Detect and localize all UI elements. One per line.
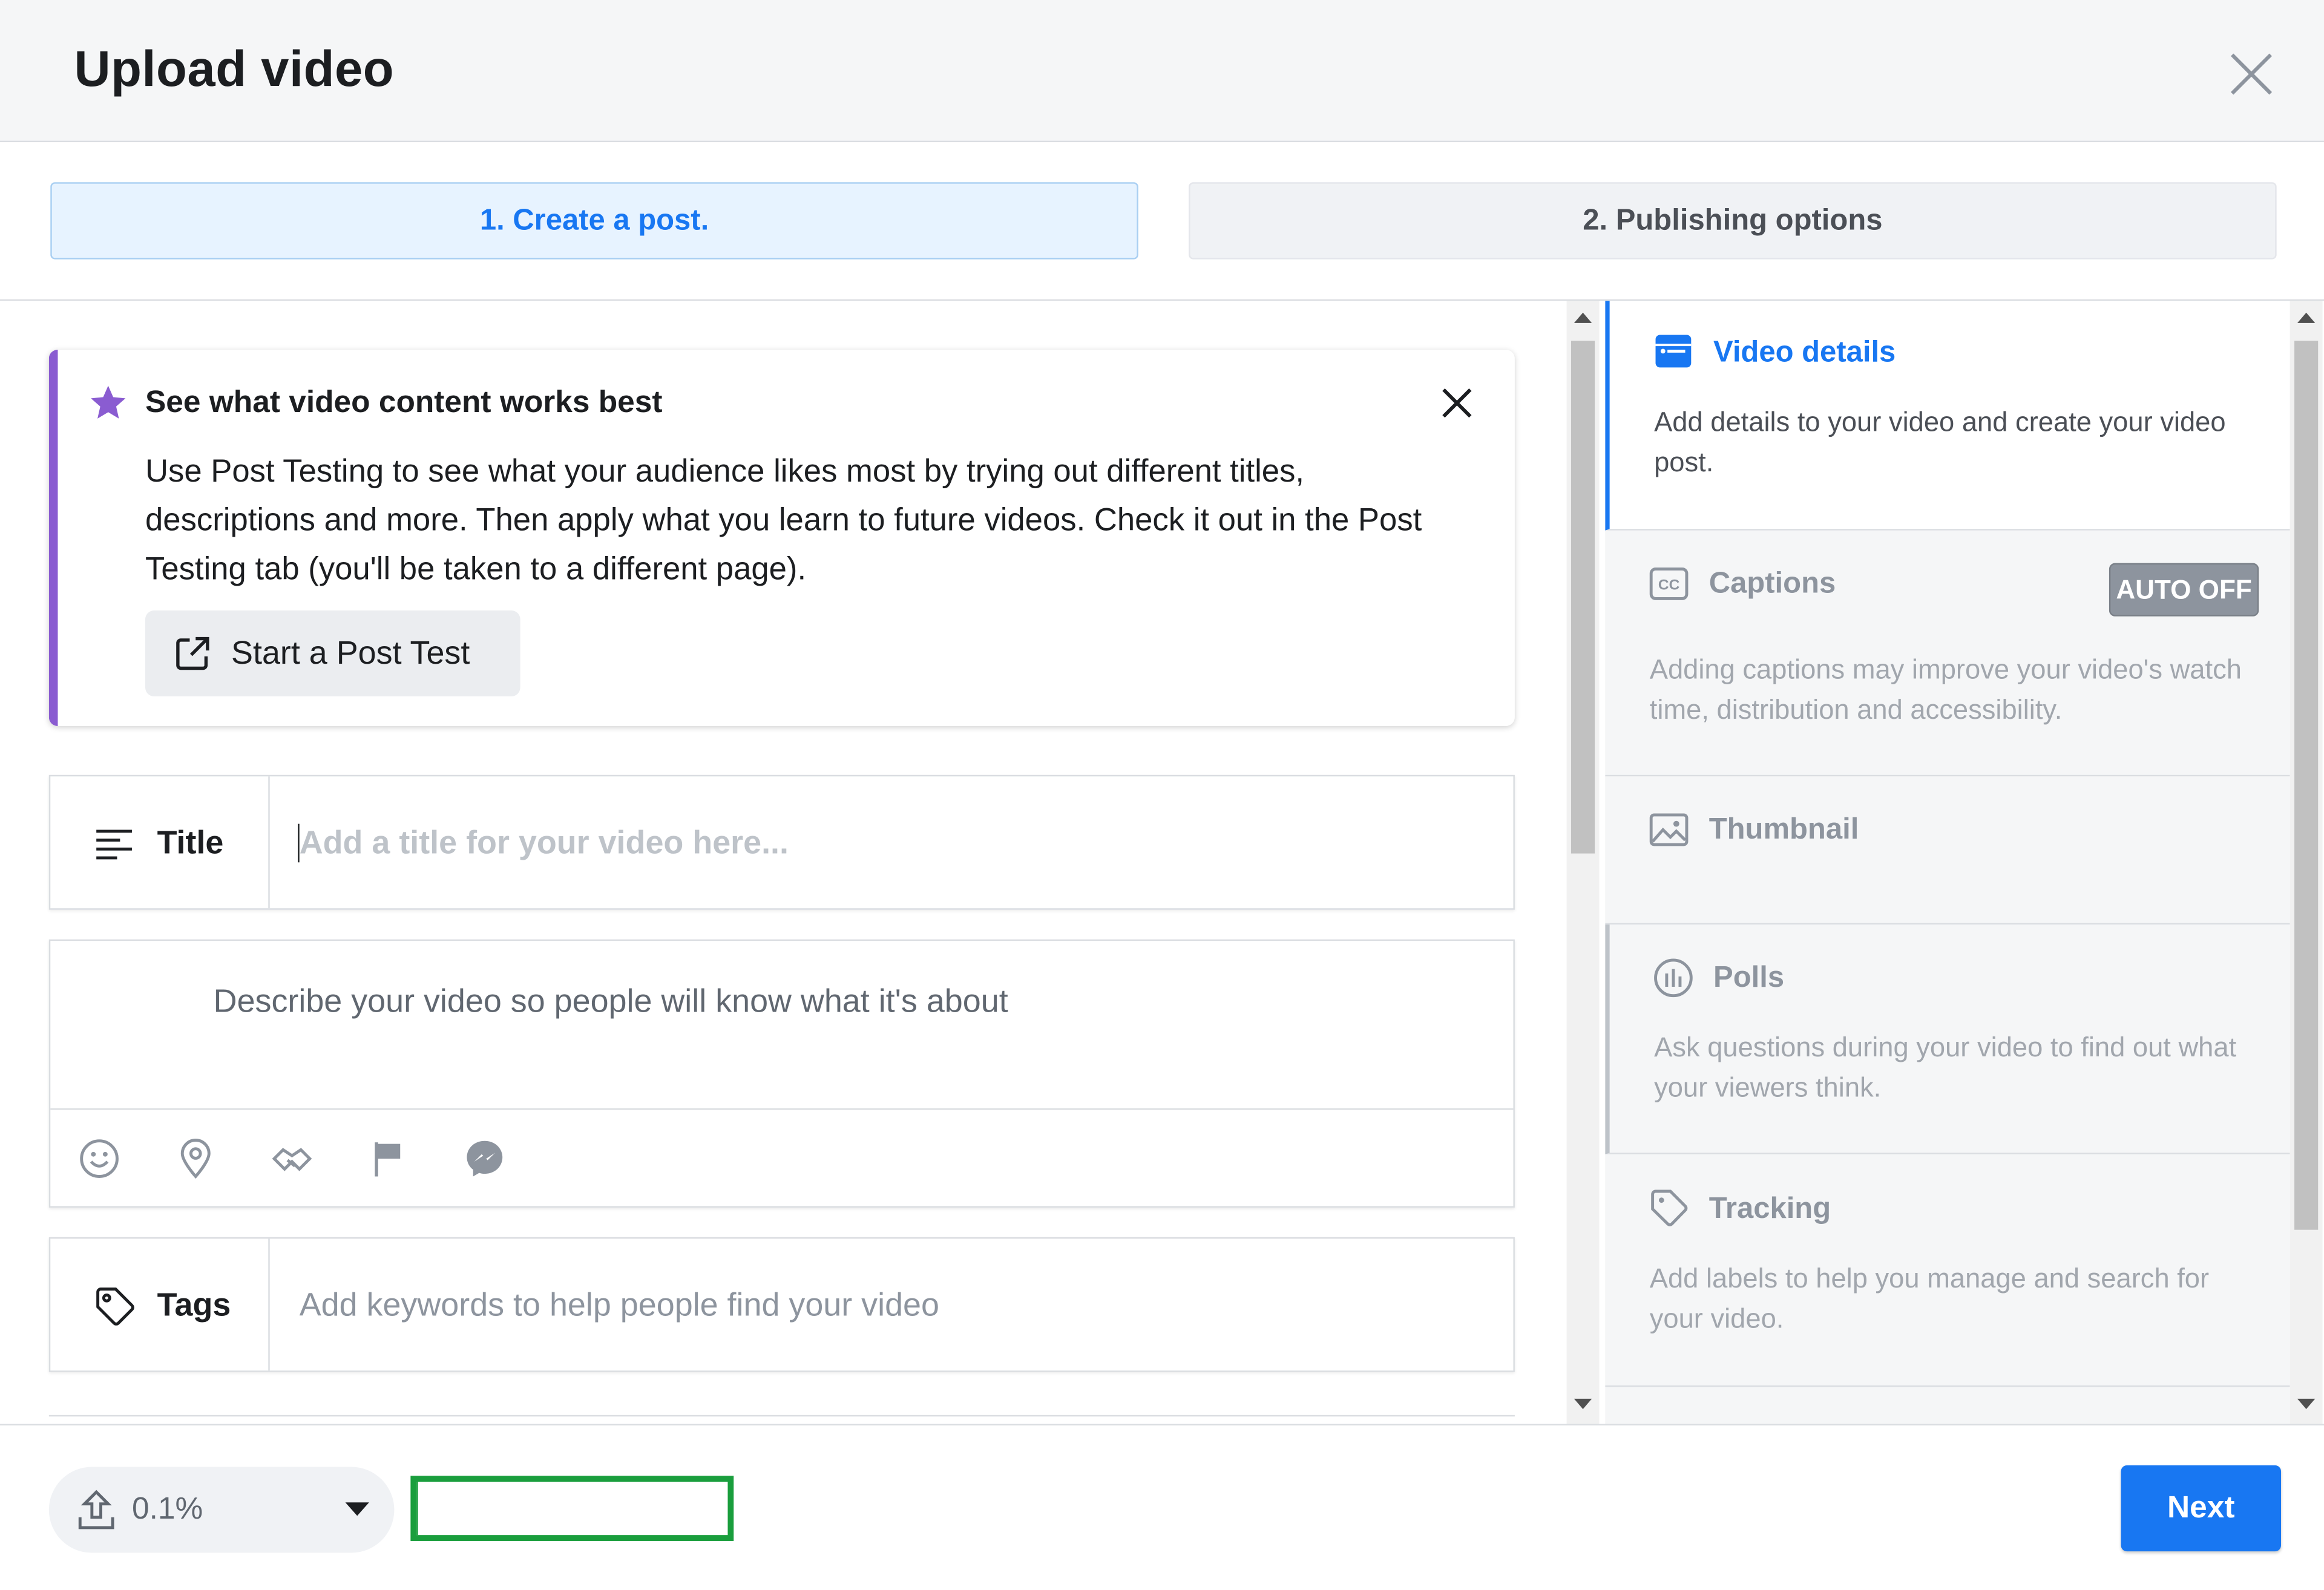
flag-icon[interactable] bbox=[366, 1136, 410, 1180]
description-toolbar bbox=[50, 1108, 1513, 1208]
emoji-icon[interactable] bbox=[77, 1136, 121, 1180]
chevron-down-icon bbox=[346, 1502, 369, 1516]
tip-body: Use Post Testing to see what your audien… bbox=[145, 448, 1449, 594]
sidebar-item-thumbnail[interactable]: Thumbnail bbox=[1605, 776, 2290, 924]
scroll-down-arrow[interactable] bbox=[2297, 1399, 2315, 1409]
polls-icon bbox=[1653, 957, 1695, 999]
upload-status-dropdown[interactable]: 0.1% bbox=[49, 1467, 395, 1553]
sidebar-item-description: Adding captions may improve your video's… bbox=[1650, 649, 2257, 729]
captions-cc-icon: CC bbox=[1648, 563, 1690, 605]
scroll-down-arrow[interactable] bbox=[1574, 1399, 1592, 1409]
dialog-header: Upload video bbox=[0, 0, 2324, 142]
image-icon bbox=[1648, 809, 1690, 851]
title-label: Title bbox=[157, 823, 224, 862]
description-input[interactable] bbox=[214, 977, 1488, 1027]
tags-label-cell: Tags bbox=[50, 1238, 269, 1370]
post-editor-panel: See what video content works best Use Po… bbox=[0, 301, 1564, 1424]
sidebar-item-title: Video details bbox=[1713, 336, 1896, 370]
sidebar-scrollbar[interactable] bbox=[2290, 301, 2323, 1424]
sidebar-item-title: Thumbnail bbox=[1709, 814, 1859, 848]
sidebar-item-captions[interactable]: CC Captions AUTO OFF Adding captions may… bbox=[1605, 531, 2290, 777]
start-post-test-button[interactable]: Start a Post Test bbox=[145, 610, 520, 696]
sidebar-item-description: Add labels to help you manage and search… bbox=[1650, 1258, 2257, 1338]
step-tabs: 1. Create a post. 2. Publishing options bbox=[0, 142, 2324, 301]
upload-video-dialog: Upload video 1. Create a post. 2. Publis… bbox=[0, 0, 2324, 1588]
svg-text:CC: CC bbox=[1658, 577, 1679, 594]
scrollbar-thumb[interactable] bbox=[2294, 341, 2318, 1229]
close-icon[interactable] bbox=[1436, 382, 1478, 424]
external-link-icon bbox=[172, 633, 214, 675]
sidebar-item-description: Ask questions during your video to find … bbox=[1654, 1027, 2262, 1107]
close-icon[interactable] bbox=[2223, 46, 2279, 102]
tip-title: See what video content works best bbox=[145, 385, 663, 421]
scrollbar-thumb[interactable] bbox=[1571, 341, 1595, 853]
sidebar-item-title: Tracking bbox=[1709, 1192, 1831, 1226]
tags-field: Tags bbox=[49, 1237, 1515, 1372]
title-field: Title bbox=[49, 775, 1515, 910]
tab-publishing-options[interactable]: 2. Publishing options bbox=[1189, 182, 2277, 259]
sidebar-item-tracking[interactable]: Tracking Add labels to help you manage a… bbox=[1605, 1154, 2290, 1387]
auto-captions-badge[interactable]: AUTO OFF bbox=[2109, 563, 2259, 617]
post-testing-tip-card: See what video content works best Use Po… bbox=[49, 350, 1515, 726]
tag-icon bbox=[1648, 1187, 1690, 1229]
sidebar-item-description: Add details to your video and create you… bbox=[1654, 402, 2262, 482]
video-details-icon bbox=[1653, 330, 1695, 372]
sidebar-item-title: Polls bbox=[1713, 961, 1784, 995]
handshake-icon[interactable] bbox=[270, 1136, 314, 1180]
tag-icon bbox=[92, 1283, 136, 1327]
dialog-title: Upload video bbox=[74, 42, 394, 100]
description-field bbox=[49, 940, 1515, 1208]
dialog-footer: 0.1% Next bbox=[0, 1424, 2324, 1589]
upload-progress-text: 0.1% bbox=[132, 1492, 203, 1528]
location-pin-icon[interactable] bbox=[174, 1136, 218, 1180]
star-icon bbox=[87, 382, 129, 424]
tab-create-post[interactable]: 1. Create a post. bbox=[50, 182, 1138, 259]
title-input[interactable] bbox=[300, 809, 1485, 877]
scroll-up-arrow[interactable] bbox=[2297, 313, 2315, 323]
upload-icon bbox=[76, 1488, 117, 1532]
tags-input[interactable] bbox=[300, 1271, 1485, 1340]
sidebar-item-video-details[interactable]: Video details Add details to your video … bbox=[1605, 301, 2290, 531]
sidebar-item-title: Captions bbox=[1709, 568, 1836, 601]
tags-label: Tags bbox=[157, 1286, 231, 1324]
sidebar-item-polls[interactable]: Polls Ask questions during your video to… bbox=[1605, 924, 2290, 1154]
start-post-test-label: Start a Post Test bbox=[231, 634, 470, 673]
scroll-up-arrow[interactable] bbox=[1574, 313, 1592, 323]
title-label-cell: Title bbox=[50, 776, 269, 908]
messenger-icon[interactable] bbox=[462, 1136, 507, 1180]
upload-progress-bar bbox=[410, 1476, 734, 1541]
settings-sidebar: Video details Add details to your video … bbox=[1605, 301, 2290, 1424]
text-lines-icon bbox=[92, 820, 136, 865]
next-field-edge bbox=[49, 1415, 1515, 1424]
editor-scrollbar[interactable] bbox=[1567, 301, 1600, 1424]
next-button[interactable]: Next bbox=[2121, 1465, 2281, 1551]
